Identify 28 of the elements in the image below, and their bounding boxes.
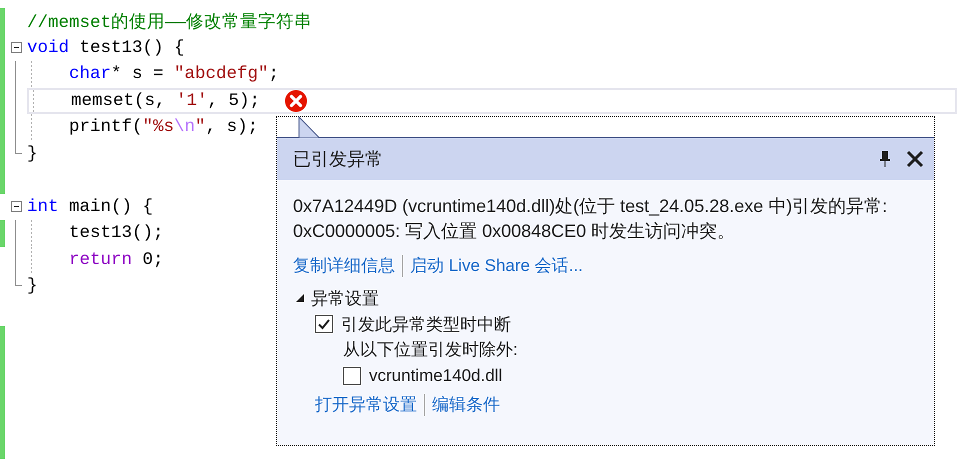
- code-line: }: [27, 144, 38, 164]
- settings-link[interactable]: 打开异常设置: [315, 393, 417, 416]
- checkbox-option[interactable]: vcruntime140d.dll: [343, 363, 918, 389]
- checkbox-option[interactable]: 引发此异常类型时中断: [315, 311, 918, 337]
- section-title: 异常设置: [311, 288, 379, 310]
- code-line: memset(s, '1', 5);: [71, 90, 260, 111]
- settings-link[interactable]: 编辑条件: [432, 393, 500, 416]
- collapse-toggle[interactable]: [10, 42, 22, 54]
- popup-link[interactable]: 复制详细信息: [293, 254, 395, 277]
- popup-title: 已引发异常: [293, 148, 383, 171]
- pin-icon[interactable]: [878, 150, 892, 168]
- close-icon[interactable]: [906, 150, 924, 168]
- popup-link[interactable]: 启动 Live Share 会话...: [410, 254, 583, 277]
- exception-message: 0x7A12449D (vcruntime140d.dll)处(位于 test_24.05.28.exe 中)引发的异常: 0xC0000005: 写入位置 0x00848CE0 时发生访问冲突。: [293, 195, 888, 243]
- expanded-triangle-icon: [295, 293, 305, 303]
- checkbox[interactable]: [315, 315, 333, 333]
- code-line: int main() {: [27, 196, 154, 217]
- code-line: test13();: [69, 223, 164, 244]
- code-line: return 0;: [69, 250, 164, 270]
- settings-toggle[interactable]: 异常设置: [293, 285, 918, 311]
- exception-note: 从以下位置引发时除外:: [342, 339, 519, 361]
- checkbox[interactable]: [343, 367, 361, 385]
- code-line: //memset的使用——修改常量字符串: [27, 11, 312, 34]
- collapse-toggle[interactable]: [10, 201, 22, 212]
- code-line: }: [27, 276, 38, 296]
- code-line: printf("%s\n", s);: [69, 117, 258, 138]
- code-line: char* s = "abcdefg";: [69, 64, 280, 84]
- code-line: void test13() {: [27, 38, 185, 58]
